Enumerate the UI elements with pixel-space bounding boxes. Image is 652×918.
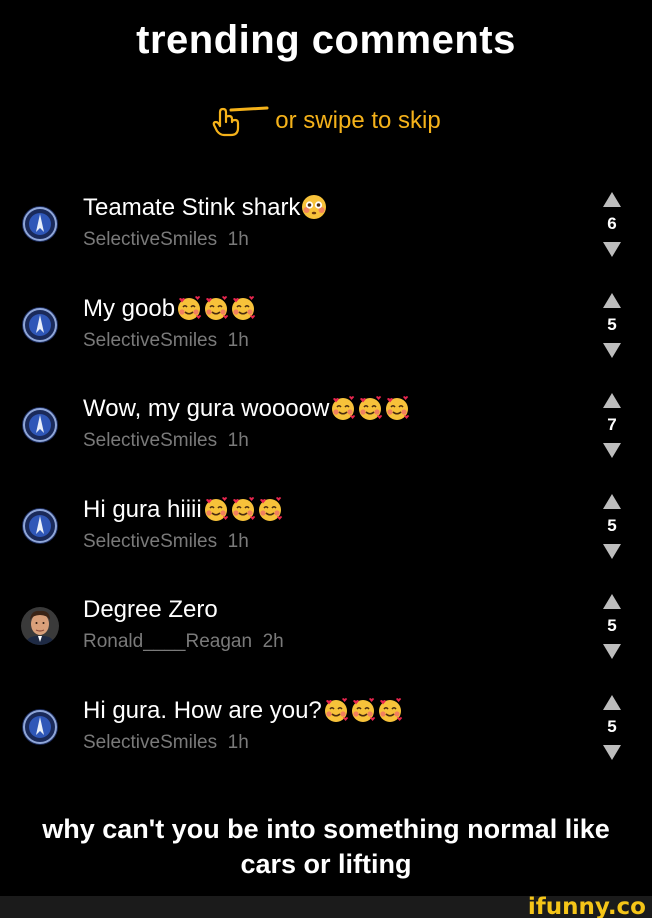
smiling-face-with-hearts-emoji-icon xyxy=(323,697,349,723)
comment-timestamp: 1h xyxy=(227,229,249,250)
flushed-face-emoji-icon xyxy=(301,194,327,220)
comment-timestamp: 1h xyxy=(227,430,249,451)
caption: why can't you be into something normal l… xyxy=(0,812,652,882)
comment-meta: SelectiveSmiles 1h xyxy=(83,732,249,754)
vote-control: 5 xyxy=(596,293,628,363)
downvote-arrow-icon[interactable] xyxy=(603,242,621,257)
watermark-bar: ifunny.co xyxy=(0,894,652,918)
comment-username[interactable]: Ronald____Reagan xyxy=(83,631,252,652)
comment-username[interactable]: SelectiveSmiles xyxy=(83,330,217,351)
smiling-face-with-hearts-emoji-icon xyxy=(203,496,229,522)
swipe-hint[interactable]: or swipe to skip xyxy=(0,104,652,138)
comment-text: Hi gura hiiii xyxy=(83,496,283,524)
comment-body: Hi gura. How are you? xyxy=(83,697,322,724)
comment-row[interactable]: Teamate Stink shark SelectiveSmiles 1h 6 xyxy=(0,192,652,279)
caption-line-2: cars or lifting xyxy=(240,849,412,879)
smiling-face-with-hearts-emoji-icon xyxy=(377,697,403,723)
vote-control: 5 xyxy=(596,594,628,664)
badge-avatar[interactable] xyxy=(21,306,59,344)
swipe-gesture-icon xyxy=(212,106,269,137)
smiling-face-with-hearts-emoji-icon xyxy=(230,496,256,522)
comment-meta: SelectiveSmiles 1h xyxy=(83,531,249,553)
upvote-arrow-icon[interactable] xyxy=(603,192,621,207)
brand-logo: ifunny.co xyxy=(527,894,646,918)
comment-username[interactable]: SelectiveSmiles xyxy=(83,531,217,552)
swipe-hint-text: or swipe to skip xyxy=(275,107,441,134)
comment-username[interactable]: SelectiveSmiles xyxy=(83,430,217,451)
downvote-arrow-icon[interactable] xyxy=(603,745,621,760)
comment-text: Wow, my gura woooow xyxy=(83,395,410,423)
vote-count: 5 xyxy=(607,315,617,334)
comment-row[interactable]: My goob SelectiveSmiles 1h 5 xyxy=(0,293,652,380)
comment-meta: SelectiveSmiles 1h xyxy=(83,330,249,352)
badge-avatar[interactable] xyxy=(21,205,59,243)
vote-control: 7 xyxy=(596,393,628,463)
comment-username[interactable]: SelectiveSmiles xyxy=(83,229,217,250)
smiling-face-with-hearts-emoji-icon xyxy=(203,295,229,321)
badge-avatar[interactable] xyxy=(21,406,59,444)
vote-count: 5 xyxy=(607,516,617,535)
downvote-arrow-icon[interactable] xyxy=(603,343,621,358)
upvote-arrow-icon[interactable] xyxy=(603,393,621,408)
upvote-arrow-icon[interactable] xyxy=(603,494,621,509)
comment-meta: Ronald____Reagan 2h xyxy=(83,631,284,653)
comment-text: My goob xyxy=(83,295,256,323)
comment-meta: SelectiveSmiles 1h xyxy=(83,430,249,452)
portrait-avatar[interactable] xyxy=(21,607,59,645)
smiling-face-with-hearts-emoji-icon xyxy=(176,295,202,321)
page-title: trending comments xyxy=(136,18,516,62)
smiling-face-with-hearts-emoji-icon xyxy=(350,697,376,723)
upvote-arrow-icon[interactable] xyxy=(603,695,621,710)
vote-count: 5 xyxy=(607,616,617,635)
vote-control: 5 xyxy=(596,494,628,564)
smiling-face-with-hearts-emoji-icon xyxy=(357,395,383,421)
smiling-face-with-hearts-emoji-icon xyxy=(230,295,256,321)
comment-text: Teamate Stink shark xyxy=(83,194,327,222)
comment-body: Teamate Stink shark xyxy=(83,194,301,221)
comment-row[interactable]: Wow, my gura woooow SelectiveSmiles 1h 7 xyxy=(0,393,652,480)
downvote-arrow-icon[interactable] xyxy=(603,544,621,559)
caption-line-1: why can't you be into something normal l… xyxy=(42,814,610,844)
comment-timestamp: 1h xyxy=(227,330,249,351)
badge-avatar[interactable] xyxy=(21,708,59,746)
upvote-arrow-icon[interactable] xyxy=(603,293,621,308)
downvote-arrow-icon[interactable] xyxy=(603,644,621,659)
comment-timestamp: 2h xyxy=(262,631,284,652)
screen: trending comments or swipe to skip Teama… xyxy=(0,0,652,918)
comment-meta: SelectiveSmiles 1h xyxy=(83,229,249,251)
downvote-arrow-icon[interactable] xyxy=(603,443,621,458)
smiling-face-with-hearts-emoji-icon xyxy=(384,395,410,421)
comment-row[interactable]: Degree Zero Ronald____Reagan 2h 5 xyxy=(0,594,652,681)
comment-row[interactable]: Hi gura. How are you? SelectiveSmiles 1h 5 xyxy=(0,695,652,782)
badge-avatar[interactable] xyxy=(21,507,59,545)
vote-control: 5 xyxy=(596,695,628,765)
upvote-arrow-icon[interactable] xyxy=(603,594,621,609)
vote-count: 7 xyxy=(607,415,617,434)
vote-count: 6 xyxy=(607,214,617,233)
comment-text: Degree Zero xyxy=(83,596,218,624)
comment-timestamp: 1h xyxy=(227,531,249,552)
comment-text: Hi gura. How are you? xyxy=(83,697,403,725)
vote-control: 6 xyxy=(596,192,628,262)
comment-body: Wow, my gura woooow xyxy=(83,395,330,422)
comment-body: My goob xyxy=(83,295,176,322)
comment-username[interactable]: SelectiveSmiles xyxy=(83,732,217,753)
comment-body: Hi gura hiiii xyxy=(83,496,202,523)
smiling-face-with-hearts-emoji-icon xyxy=(257,496,283,522)
comment-timestamp: 1h xyxy=(227,732,249,753)
comment-row[interactable]: Hi gura hiiii SelectiveSmiles 1h 5 xyxy=(0,494,652,581)
vote-count: 5 xyxy=(607,717,617,736)
smiling-face-with-hearts-emoji-icon xyxy=(330,395,356,421)
comment-body: Degree Zero xyxy=(83,596,218,623)
